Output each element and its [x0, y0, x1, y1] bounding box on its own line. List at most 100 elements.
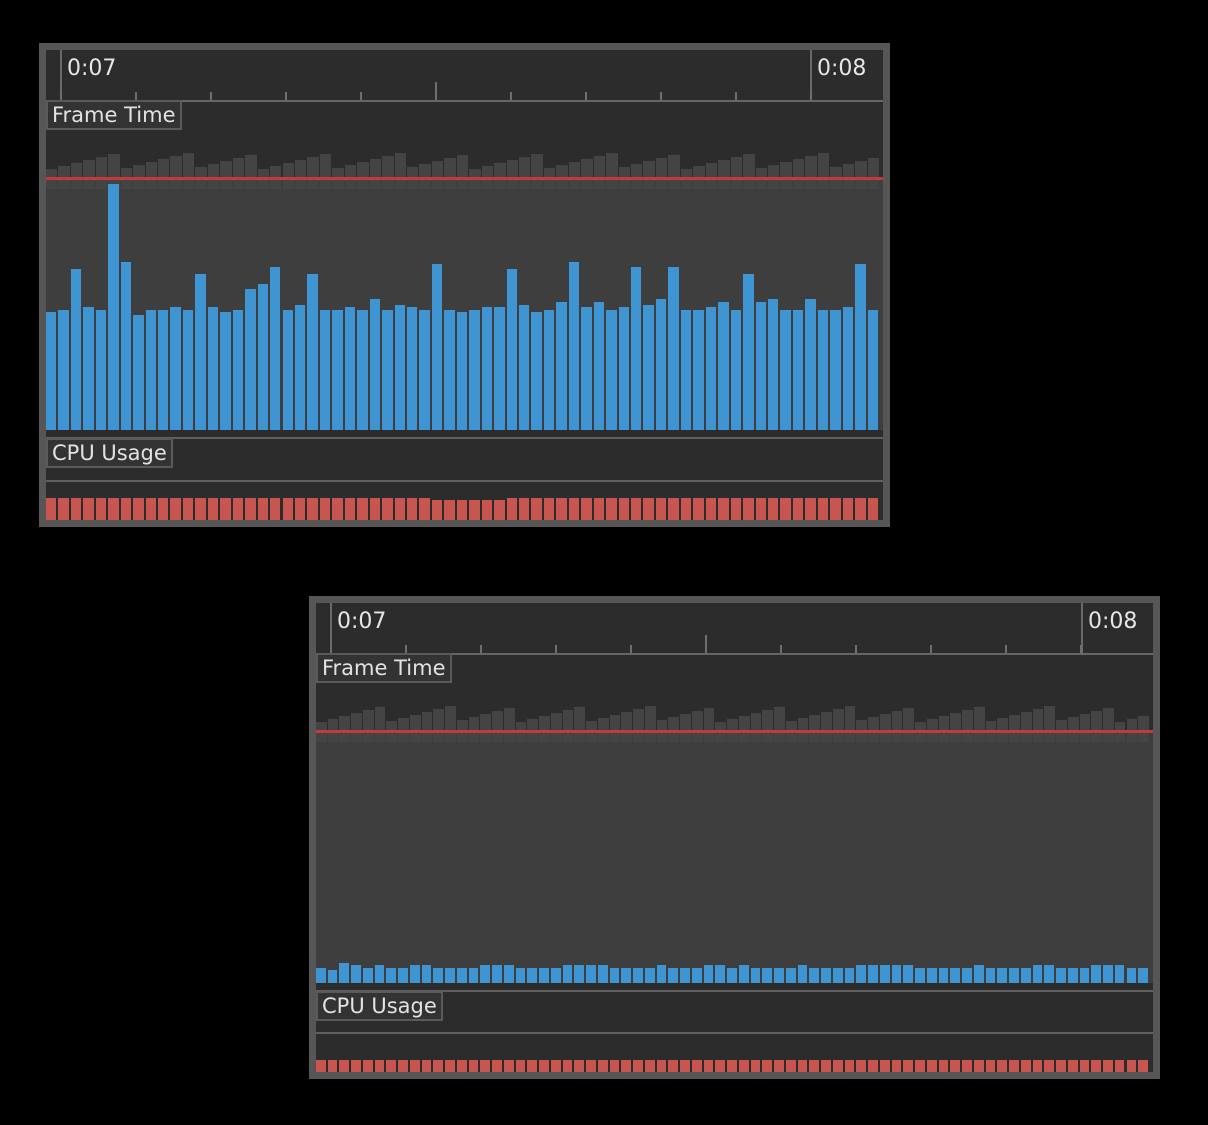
frame-time-ghost-bar [480, 714, 492, 742]
frame-time-bar [997, 967, 1008, 983]
frame-time-ghost-bar [730, 157, 743, 189]
cpu-usage-bar [1044, 1060, 1055, 1072]
frame-time-bar [419, 309, 430, 430]
cpu-usage-bar [108, 497, 119, 520]
frame-time-ghost-bar [774, 707, 785, 742]
cpu-usage-bar [398, 1060, 408, 1072]
frame-time-graph[interactable] [316, 655, 1153, 983]
frame-time-bar [718, 302, 729, 430]
cpu-usage-bar [809, 1060, 820, 1072]
frame-time-bar [431, 264, 443, 430]
cpu-usage-bar [339, 1060, 350, 1072]
cpu-usage-bar [257, 497, 269, 520]
frame-time-label: Frame Time [46, 100, 182, 130]
cpu-usage-bar [232, 497, 244, 520]
cpu-usage-bar [316, 1060, 326, 1072]
profiler-panel-before: 0:07 0:08 Frame Time CPU Usage [39, 43, 890, 527]
timeline-end-label: 0:08 [817, 56, 867, 81]
cpu-usage-bar [780, 497, 791, 520]
frame-time-ghost-bar [394, 153, 406, 189]
frame-time-bar [755, 302, 766, 430]
cpu-usage-bar [643, 497, 654, 520]
cpu-usage-bar [680, 1060, 690, 1072]
cpu-usage-bar [245, 497, 256, 520]
frame-time-bar [680, 309, 692, 430]
cpu-usage-bar [655, 497, 667, 520]
cpu-usage-bar [133, 497, 144, 520]
frame-time-ghost-bar [643, 161, 655, 189]
timeline-start-label: 0:07 [337, 609, 387, 634]
frame-time-bar [656, 965, 667, 983]
cpu-usage-bar [220, 497, 231, 520]
frame-time-bar [182, 309, 194, 430]
frame-time-bar [1044, 965, 1055, 983]
cpu-usage-bar [46, 497, 57, 520]
frame-time-bar [1032, 965, 1043, 983]
cpu-usage-bar [785, 1060, 796, 1072]
frame-time-ghost-bar [867, 158, 879, 189]
profiler-panel-after: 0:07 0:08 Frame Time CPU Usage [309, 596, 1160, 1079]
cpu-usage-bar [1079, 1060, 1090, 1072]
cpu-usage-bar [985, 1060, 996, 1072]
cpu-usage-bar [842, 497, 854, 520]
frame-time-bar [456, 312, 468, 430]
frame-time-bar [327, 970, 338, 983]
frame-time-ghost-bar [1138, 716, 1149, 742]
timeline-tick [405, 645, 407, 653]
cpu-usage-bar [95, 497, 107, 520]
frame-time-bar [1009, 967, 1019, 983]
frame-time-bar [421, 965, 432, 983]
frame-time-ghost-bar [182, 153, 195, 189]
frame-time-bar [562, 965, 573, 983]
frame-time-bar [821, 967, 831, 983]
frame-time-bar [406, 307, 418, 430]
frame-time-bar [519, 304, 530, 430]
frame-time-ghost-bar [369, 159, 382, 189]
frame-time-graph[interactable] [46, 102, 883, 430]
cpu-usage-bar [703, 1060, 714, 1072]
cpu-usage-bar [158, 497, 169, 520]
frame-time-ghost-bar [1044, 706, 1056, 742]
frame-time-bar [145, 309, 157, 430]
frame-time-ghost-bar [433, 709, 445, 742]
timeline-ruler[interactable]: 0:07 0:08 [46, 50, 883, 102]
frame-time-bar [307, 274, 318, 430]
timeline-ruler[interactable]: 0:07 0:08 [316, 603, 1153, 655]
frame-time-bar [809, 967, 820, 983]
frame-time-bar [1056, 967, 1066, 983]
frame-time-ghost-bar [832, 709, 844, 742]
cpu-usage-bar [539, 1060, 549, 1072]
frame-time-bar [643, 304, 654, 430]
frame-time-bar [618, 307, 630, 430]
frame-time-bar [220, 312, 231, 430]
frame-time-bar [832, 967, 843, 983]
frame-time-ghost-bar [568, 162, 581, 189]
cpu-usage-bar [58, 497, 69, 520]
frame-time-bar [830, 309, 841, 430]
frame-time-bar [727, 967, 737, 983]
frame-time-bar [767, 299, 779, 430]
frame-time-bar [780, 309, 791, 430]
frame-time-bar [492, 965, 502, 983]
cpu-usage-bar [394, 497, 405, 520]
cpu-usage-bar [915, 1060, 925, 1072]
frame-time-bar [257, 284, 269, 430]
frame-time-bar [1103, 965, 1113, 983]
cpu-usage-bar [568, 497, 580, 520]
frame-time-bar [950, 967, 961, 983]
frame-time-ghost-bar [844, 706, 856, 742]
frame-time-ghost-bar [644, 706, 656, 742]
cpu-usage-bar [406, 497, 418, 520]
cpu-usage-bar [821, 1060, 831, 1072]
timeline-end-label: 0:08 [1088, 609, 1138, 634]
frame-time-bar [926, 967, 937, 983]
frame-time-bar [693, 309, 704, 430]
frame-time-ghost-bar [382, 156, 394, 189]
cpu-usage-bar [550, 1060, 561, 1072]
frame-time-bar [245, 289, 256, 430]
cpu-usage-bar [307, 497, 318, 520]
cpu-usage-strip [316, 1032, 1153, 1072]
frame-time-ghost-bar [743, 154, 755, 189]
cpu-usage-bar [997, 1060, 1008, 1072]
cpu-usage-bar [362, 1060, 373, 1072]
